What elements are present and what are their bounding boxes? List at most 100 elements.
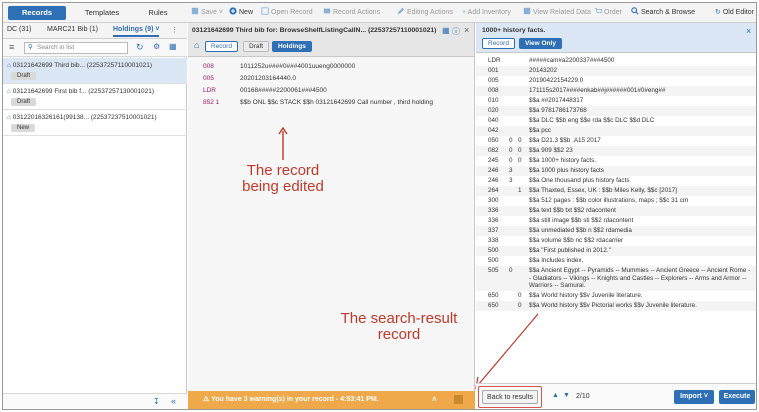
field-value: $$a D21.3 $$b .A15 2017	[529, 137, 601, 144]
back-to-results-button[interactable]: Back to results	[482, 390, 538, 404]
search-in-list-input[interactable]: ⚲ Search in list	[24, 42, 128, 54]
field-value: $$a Thaxted, Essex, UK : $$b Miles Kelly…	[529, 187, 677, 194]
field-tag: 650	[488, 292, 499, 299]
field-indicator: 0	[509, 147, 513, 154]
tab-records[interactable]: Records	[8, 6, 66, 20]
marc-field-row[interactable]: LDR #####cam#a2200337###4500	[476, 56, 756, 66]
marc-field-row[interactable]: 040 $$a DLC $$b eng $$e rda $$c DLC $$d D…	[476, 116, 756, 126]
record-pill[interactable]: Record	[205, 41, 238, 52]
record-pill[interactable]: Record	[482, 38, 515, 49]
marc-field-row[interactable]: 246 3 $$a One thousand plus history facts	[476, 176, 756, 186]
search-browse-button[interactable]: Search & Browse	[631, 6, 695, 20]
field-value: $$a text $$b txt $$2 rdacontent	[529, 207, 616, 214]
field-tag: 001	[488, 67, 499, 74]
top-toolbar: Records Templates Rules Save ˅ New Open …	[3, 3, 756, 23]
holdings-pill[interactable]: Holdings	[272, 41, 312, 52]
marc-field-row[interactable]: 010 $$a ##2017448317	[476, 96, 756, 106]
chevron-up-icon[interactable]: ˄	[432, 391, 437, 409]
marc-field-row[interactable]: LDR 00168#####2200061###4500	[188, 87, 475, 97]
old-editor-button[interactable]: ↻ Old Editor	[715, 6, 754, 20]
marc-field-row[interactable]: 300 $$a 512 pages : $$b color illustratio…	[476, 196, 756, 206]
marc-field-row[interactable]: 008 171115s2017####enkab##j######001#0#en…	[476, 86, 756, 96]
open-record-button[interactable]: Open Record	[261, 6, 313, 20]
marc-field-row[interactable]: 852 1 $$b ONL $$c STACK $$h 03121642699 …	[188, 99, 475, 119]
list-item[interactable]: ⌂ 03121642699 Third bib... (225372571100…	[3, 58, 187, 84]
status-badge: New	[11, 124, 36, 132]
save-label: Save ˅	[201, 9, 223, 16]
record-actions-button[interactable]: Record Actions	[323, 6, 380, 20]
filter-icon[interactable]: ≡	[9, 42, 14, 52]
add-inventory-button[interactable]: + Add Inventory	[462, 6, 511, 20]
info-icon[interactable]: ⓘ	[452, 26, 460, 37]
save-record-icon[interactable]: ▦	[442, 26, 450, 35]
list-item[interactable]: ⌂ 03122016326161(99138... (2253723751000…	[3, 110, 187, 136]
marc-field-row[interactable]: 338 $$a volume $$b nc $$2 rdacarrier	[476, 236, 756, 246]
tab-dc[interactable]: DC (31)	[7, 26, 32, 33]
marc-field-row[interactable]: 050 0 0 $$a D21.3 $$b .A15 2017	[476, 136, 756, 146]
list-search-bar: ≡ ⚲ Search in list ↻ ⚙ ▦	[3, 39, 187, 57]
refresh-list-icon[interactable]: ↻	[136, 42, 144, 53]
field-value: 20143202	[529, 67, 558, 74]
record-editor-pane: 03121642699 Third bib for: BrowseShelfLi…	[188, 23, 475, 409]
close-icon[interactable]: ×	[746, 26, 751, 36]
field-value: $$a 1000 plus history facts	[529, 167, 604, 174]
editing-annotation: The record being edited	[242, 162, 324, 195]
settings-icon[interactable]: ⚙	[153, 42, 160, 51]
marc-field-row[interactable]: 082 0 0 $$a 909 $$2 23	[476, 146, 756, 156]
marc-field-row[interactable]: 337 $$a unmediated $$b n $$2 rdamedia	[476, 226, 756, 236]
new-button[interactable]: New	[229, 6, 253, 20]
marc-field-row[interactable]: 336 $$a still image $$b sti $$2 rdaconten…	[476, 216, 756, 226]
field-tag: 005	[203, 75, 214, 82]
next-arrow-icon[interactable]: ▼	[563, 392, 570, 399]
marc-field-row[interactable]: 264 1 $$a Thaxted, Essex, UK : $$b Miles K…	[476, 186, 756, 196]
field-value: $$a 909 $$2 23	[529, 147, 573, 154]
field-indicator: 1	[518, 187, 522, 194]
view-related-data-button[interactable]: View Related Data	[523, 6, 591, 20]
close-icon[interactable]: ×	[464, 25, 469, 35]
marc-field-row[interactable]: 246 3 $$a 1000 plus history facts	[476, 166, 756, 176]
tab-templates[interactable]: Templates	[73, 6, 131, 20]
pager: 2/10	[576, 393, 590, 400]
import-button[interactable]: Import ˅	[674, 390, 714, 404]
field-indicator: 0	[518, 157, 522, 164]
warning-icon: ⚠	[203, 396, 210, 403]
field-tag: 852 1	[203, 99, 220, 106]
marc-field-row[interactable]: 005 20201203164440.0	[188, 75, 475, 85]
marc-field-row[interactable]: 500 $$a "First published in 2012."	[476, 246, 756, 256]
list-item[interactable]: ⌂ 03121642699 First bib f... (2253725713…	[3, 84, 187, 110]
marc-field-row[interactable]: 005 20190422154229.0	[476, 76, 756, 86]
prev-arrow-icon[interactable]: ▲	[552, 392, 559, 399]
collapse-icon[interactable]: «	[171, 396, 176, 406]
editing-actions-button[interactable]: Editing Actions	[397, 6, 453, 20]
field-indicator: 3	[509, 177, 513, 184]
search-result-pane: 1000+ history facts. × Record View Only …	[475, 23, 756, 409]
marc-field-row[interactable]: 336 $$a text $$b txt $$2 rdacontent	[476, 206, 756, 216]
marc-field-row[interactable]: 020 $$a 9781786173768	[476, 106, 756, 116]
tab-marc21-bib[interactable]: MARC21 Bib (1)	[47, 26, 98, 33]
search-icon	[631, 7, 639, 15]
marc-field-row[interactable]: 650 0 $$a World history $$v Pictorial work…	[476, 301, 756, 311]
layout-icon[interactable]: ▦	[169, 42, 177, 51]
pin-icon[interactable]: ↧	[153, 397, 160, 406]
home-icon: ⌂	[7, 114, 11, 121]
marc-field-row[interactable]: 505 0 $$a Ancient Egypt -- Pyramids -- Mum…	[476, 266, 756, 291]
marc-field-row[interactable]: 650 0 $$a World history $$v Juvenile liter…	[476, 291, 756, 301]
marc-field-row[interactable]: 042 $$a pcc	[476, 126, 756, 136]
marc-field-row[interactable]: 245 0 0 $$a 1000+ history facts.	[476, 156, 756, 166]
tab-rules[interactable]: Rules	[138, 6, 178, 20]
order-button[interactable]: Order	[594, 6, 622, 20]
list-more-icon[interactable]: ⋮	[171, 26, 178, 34]
record-title: 03121642699 Third bib... (22537257110001…	[12, 62, 153, 69]
field-tag: 337	[488, 227, 499, 234]
tab-holdings[interactable]: Holdings (9) ˅	[113, 26, 160, 37]
expand-icon[interactable]	[454, 395, 463, 404]
marc-field-row[interactable]: 001 20143202	[476, 66, 756, 76]
save-button[interactable]: Save ˅	[191, 6, 223, 20]
related-data-icon	[523, 7, 531, 15]
marc-field-row[interactable]: 500 $$a Includes index.	[476, 256, 756, 266]
field-tag: 336	[488, 217, 499, 224]
marc-field-row[interactable]: 008 1011252u####0###4001uueng0000000	[188, 63, 475, 73]
field-value: $$a Ancient Egypt -- Pyramids -- Mummies…	[529, 267, 751, 289]
field-indicator: 0	[518, 147, 522, 154]
execute-button[interactable]: Execute	[719, 390, 755, 404]
